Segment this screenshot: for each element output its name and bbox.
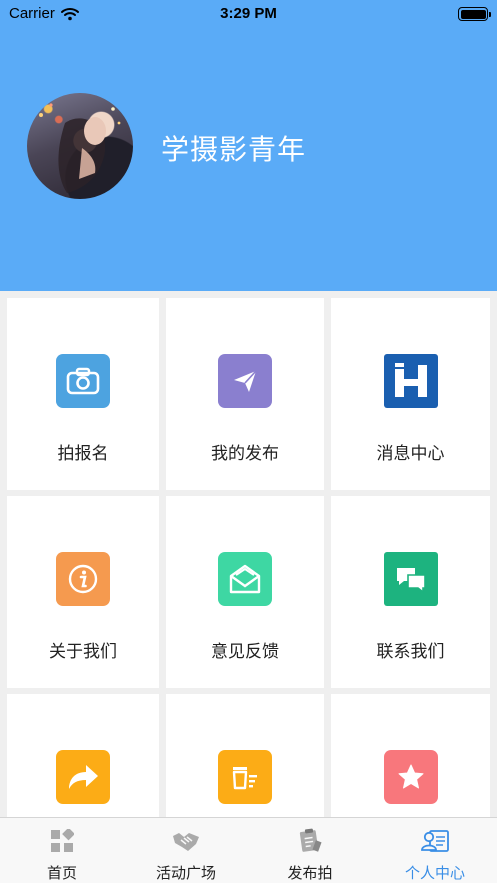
clipboard-icon (296, 827, 324, 855)
tab-label: 首页 (46, 864, 77, 882)
menu-item-feedback[interactable]: 意见反馈 (166, 496, 324, 688)
tab-label: 发布拍 (287, 864, 333, 882)
h-logo-icon (383, 354, 438, 408)
menu-item-label: 意见反馈 (211, 642, 279, 662)
menu-item-label: 我的发布 (211, 444, 279, 464)
tab-label: 活动广场 (155, 864, 216, 882)
tab-home[interactable]: 首页 (0, 818, 124, 883)
menu-item-label: 联系我们 (376, 642, 445, 662)
grid-home-icon (48, 827, 76, 855)
clock: 3:29 PM (220, 5, 277, 22)
tab-personal-center[interactable]: 个人中心 (373, 818, 497, 883)
menu-item-contact-us[interactable]: 联系我们 (331, 496, 490, 688)
menu-item-label: 消息中心 (376, 444, 445, 464)
menu-item-clear-cache[interactable] (166, 694, 324, 817)
profile-header: 学摄影青年 (0, 0, 497, 291)
menu-item-messages[interactable]: 消息中心 (331, 298, 490, 490)
chat-bubbles-icon (383, 552, 438, 606)
star-icon (383, 750, 438, 804)
status-bar: Carrier 3:29 PM (0, 0, 497, 28)
envelope-icon (218, 552, 272, 606)
paper-plane-icon (218, 354, 272, 408)
tab-bar: 首页 活动广场 发布拍 个人中心 (0, 817, 497, 883)
menu-item-my-posts[interactable]: 我的发布 (166, 298, 324, 490)
tab-publish[interactable]: 发布拍 (248, 818, 372, 883)
clear-cache-icon (218, 750, 272, 804)
menu-item-about-us[interactable]: 关于我们 (7, 496, 159, 688)
menu-item-label: 关于我们 (49, 642, 117, 662)
info-icon (56, 552, 110, 606)
menu-item-favorites[interactable] (331, 694, 490, 817)
menu-item-share[interactable] (7, 694, 159, 817)
handshake-icon (172, 827, 200, 855)
menu-item-label: 拍报名 (57, 444, 109, 464)
profile-card-icon (421, 827, 449, 855)
tab-label: 个人中心 (404, 864, 465, 882)
menu-item-signup[interactable]: 拍报名 (7, 298, 159, 490)
camera-icon (56, 354, 110, 408)
username: 学摄影青年 (161, 133, 307, 166)
battery-icon (458, 7, 491, 21)
tab-activity-square[interactable]: 活动广场 (124, 818, 248, 883)
avatar[interactable] (27, 93, 133, 199)
share-arrow-icon (56, 750, 110, 804)
